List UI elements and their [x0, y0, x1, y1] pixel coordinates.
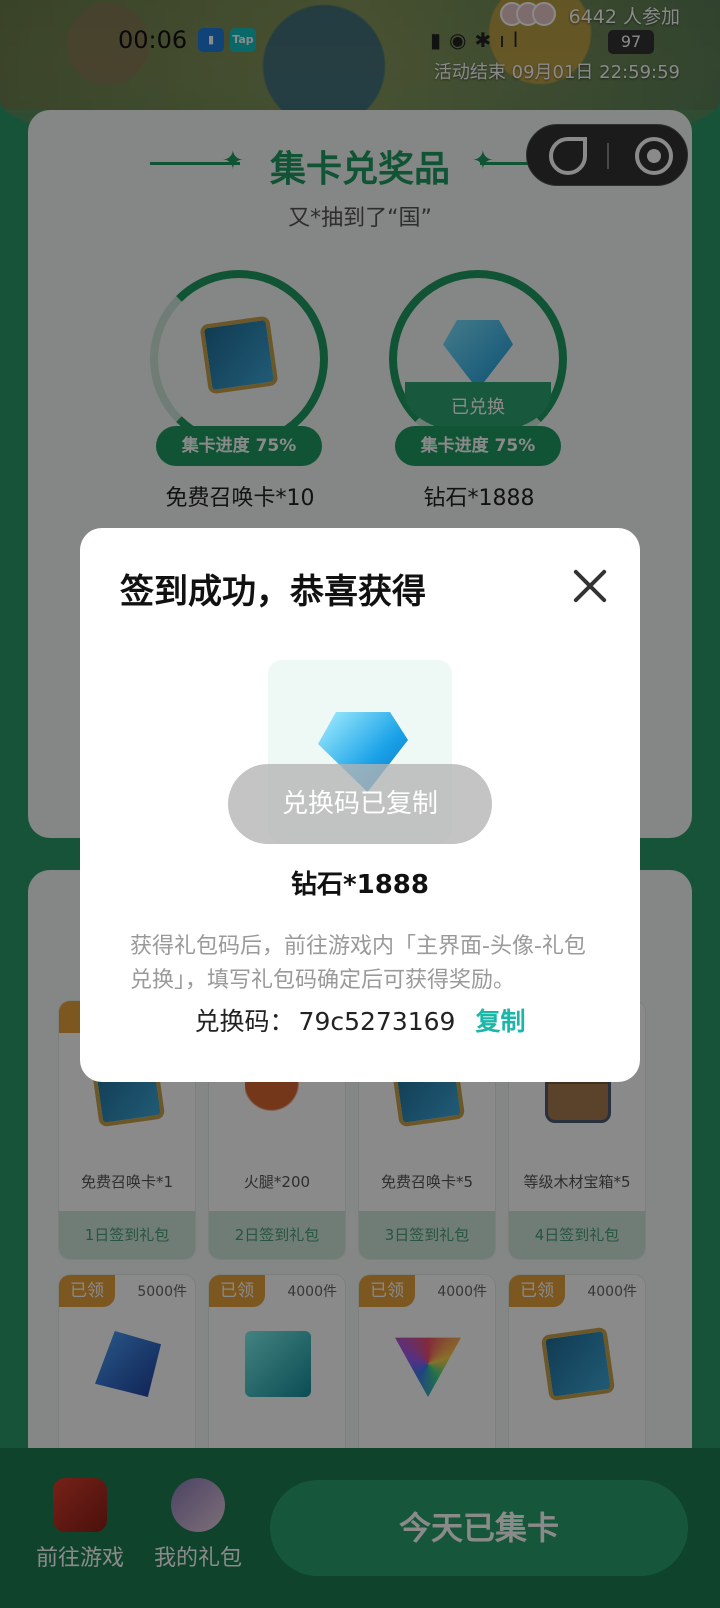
code-label: 兑换码：	[194, 1007, 295, 1036]
close-icon[interactable]	[570, 566, 610, 606]
code-value[interactable]: 79c5273169	[299, 1007, 456, 1036]
toast-message: 兑换码已复制	[228, 764, 492, 844]
reward-name: 钻石*1888	[291, 870, 429, 900]
copy-button[interactable]: 复制	[475, 1007, 525, 1036]
redeem-code-row: 兑换码： 79c5273169 复制	[80, 1002, 640, 1038]
redeem-instructions: 获得礼包码后，前往游戏内「主界面-头像-礼包兑换」，填写礼包码确定后可获得奖励。	[130, 934, 586, 993]
dialog-title: 签到成功，恭喜获得	[120, 572, 426, 612]
